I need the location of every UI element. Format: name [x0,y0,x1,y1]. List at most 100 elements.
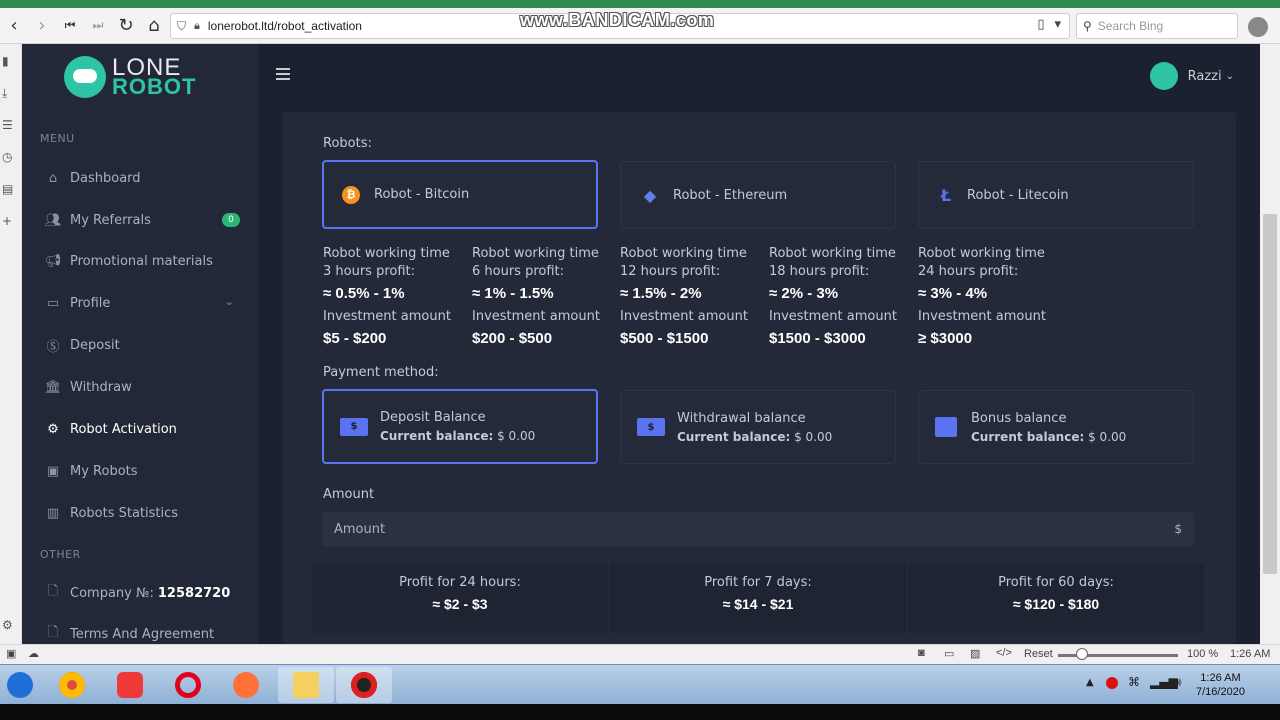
sidebar-item-label: Profile [70,295,111,311]
cloud-icon[interactable]: ☁ [28,647,39,660]
payment-option-label: Withdrawal balance [677,410,806,426]
volume-icon[interactable]: 🔊︎ [1174,675,1182,690]
sidebar-item-robots-statistics[interactable]: ▥ Robots Statistics [44,501,240,525]
clock-time: 1:26 AM [1200,672,1241,684]
robot-option-litecoin[interactable]: Ł Robot - Litecoin [918,161,1194,229]
amount-input[interactable] [334,521,1154,537]
balance-value: $ 0.00 [1088,429,1127,444]
megaphone-icon: 📢︎ [44,253,62,269]
reload-icon[interactable]: ↻ [112,12,140,40]
download-icon[interactable]: ⤓ [2,86,7,101]
clock-date: 7/16/2020 [1196,686,1245,698]
image-icon[interactable]: ▨ [970,647,980,660]
company-number: 12582720 [157,585,231,601]
sidebar-item-withdraw[interactable]: 🏛︎ Withdraw [44,375,240,399]
network-device-icon[interactable]: ⌘ [1128,675,1140,689]
search-input[interactable]: ⚲ Search Bing [1076,13,1238,39]
tier-invest: $500 - $1500 [620,330,709,347]
taskbar-clock[interactable]: 1:26 AM 7/16/2020 [1196,671,1245,699]
code-icon[interactable]: </> [996,647,1012,659]
dollar-circle-icon: Ⓢ [46,339,60,355]
sidebar-item-dashboard[interactable]: ⌂ Dashboard [44,166,240,190]
history-icon[interactable]: ◷ [2,150,12,164]
panel-toggle-icon[interactable]: ▣ [6,647,16,660]
tier-time-label: Robot working time [472,246,599,261]
screen-bottom-bar [0,704,1280,720]
browser-profile-icon[interactable] [1248,17,1268,37]
sidebar-item-profile[interactable]: ▭ Profile ⌄ [44,291,240,315]
robot-option-ethereum[interactable]: ◆ Robot - Ethereum [620,161,896,229]
camera-icon[interactable]: ◙ [918,647,925,659]
window-icon[interactable]: ▭ [944,647,954,660]
vivaldi-taskbar-icon[interactable] [102,667,158,703]
firefox-taskbar-icon[interactable] [218,667,274,703]
zoom-slider-handle[interactable] [1076,648,1088,660]
sidebar-item-terms[interactable]: 🗋︎ Terms And Agreement [44,622,240,646]
robot-option-bitcoin[interactable]: ₿ Robot - Bitcoin [322,160,598,229]
document-icon: 🗋︎ [47,584,59,599]
start-button[interactable] [0,667,40,703]
profit-label: Profit for 7 days: [704,575,812,590]
bookmark-icon[interactable]: ▮ [2,54,9,68]
dropdown-icon[interactable]: ▾ [1054,17,1061,32]
record-icon[interactable] [1106,677,1118,689]
hamburger-menu-icon[interactable] [276,68,290,80]
tier-time-label: Robot working time [769,246,896,261]
sidebar-item-robot-activation[interactable]: ⚙ Robot Activation [44,417,240,441]
bitcoin-icon: ₿ [342,185,360,204]
zoom-reset-button[interactable]: Reset [1024,648,1053,660]
page-scrollbar[interactable] [1260,44,1280,644]
tier-6-hours: Robot working time 6 hours profit: ≈ 1% … [472,245,617,347]
sidebar-item-label: Robots Statistics [70,505,179,521]
sidebar: LONE ROBOT MENU ⌂ Dashboard 👥︎ My Referr… [22,44,258,644]
tier-invest: $1500 - $3000 [769,330,866,347]
amount-label: Amount [323,487,375,502]
rewind-icon[interactable]: ⏮ [56,12,84,40]
amount-field[interactable]: $ [322,512,1194,546]
bandicam-taskbar-icon[interactable] [336,667,392,703]
bookmark-icon[interactable]: ▯ [1037,17,1044,32]
sidebar-item-label: My Robots [70,463,138,479]
scrollbar-thumb[interactable] [1263,214,1277,574]
watermark-text: www.BANDICAM.com [520,10,715,30]
payment-option-deposit-balance[interactable]: $ Deposit Balance Current balance: $ 0.0… [322,389,598,464]
profit-7-days: Profit for 7 days: ≈ $14 - $21 [610,563,906,633]
logo[interactable]: LONE ROBOT [64,56,196,98]
tier-profit: ≈ 2% - 3% [769,285,839,302]
sidebar-item-promotional-materials[interactable]: 📢︎ Promotional materials [44,249,240,273]
fast-forward-icon[interactable]: ⏭ [84,12,112,40]
referrals-count-badge: 0 [222,213,240,227]
payment-option-withdrawal-balance[interactable]: $ Withdrawal balance Current balance: $ … [620,390,896,464]
forward-icon[interactable]: › [28,12,56,40]
back-icon[interactable]: ‹ [0,12,28,40]
profit-value: ≈ $120 - $180 [1012,596,1100,612]
payment-option-label: Deposit Balance [380,410,486,425]
url-text: lonerobot.ltd/robot_activation [207,19,362,33]
settings-icon[interactable]: ⚙ [2,618,13,632]
user-menu[interactable]: Razzi ⌄ [1149,62,1234,90]
sidebar-item-deposit[interactable]: Ⓢ Deposit [44,333,240,357]
tier-invest-label: Investment amount [620,309,748,324]
cash-icon: $ [637,418,665,436]
document-icon: 🗋︎ [47,625,59,640]
home-icon[interactable]: ⌂ [140,12,168,40]
payment-option-bonus-balance[interactable]: Bonus balance Current balance: $ 0.00 [918,390,1194,464]
opera-taskbar-icon[interactable] [160,667,216,703]
add-icon[interactable]: + [2,214,12,228]
profit-value: ≈ $14 - $21 [722,596,794,612]
search-icon: ⚲ [1083,19,1092,33]
tray-arrow-icon[interactable]: ▲ [1086,677,1094,688]
sidebar-item-my-robots[interactable]: ▣ My Robots [44,459,240,483]
other-section-label: OTHER [40,548,81,561]
balance-label: Current balance: [971,429,1085,444]
sidebar-item-my-referrals[interactable]: 👥︎ My Referrals 0 [44,208,240,232]
robot-option-label: Robot - Litecoin [967,187,1069,203]
tier-profit: ≈ 1.5% - 2% [620,285,702,302]
chrome-taskbar-icon[interactable] [44,667,100,703]
notes-icon[interactable]: ☰ [2,118,13,132]
tier-hours-label: 24 hours profit: [918,264,1019,279]
window-icon[interactable]: ▤ [2,182,13,196]
avatar [1149,62,1178,90]
ethereum-icon: ◆ [643,185,657,205]
explorer-taskbar-icon[interactable] [278,667,334,703]
